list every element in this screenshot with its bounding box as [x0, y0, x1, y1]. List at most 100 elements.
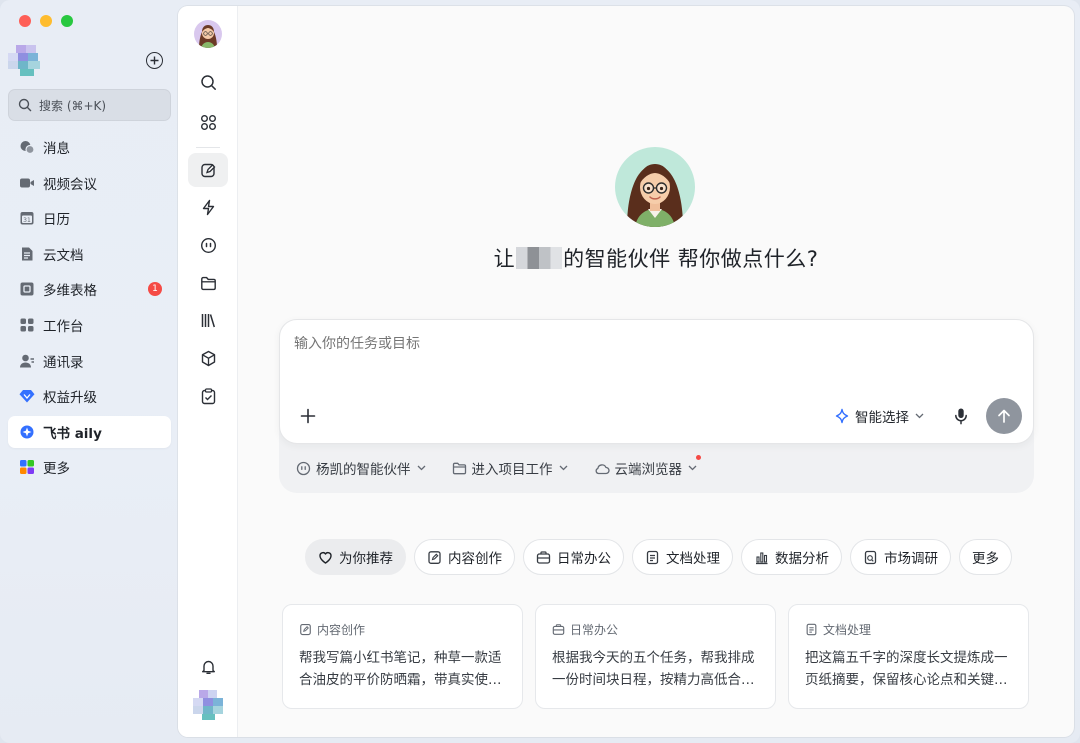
search-label: 搜索 (⌘+K) — [39, 98, 107, 113]
search-box[interactable]: 搜索 (⌘+K) — [8, 89, 171, 121]
contacts-icon — [18, 352, 35, 369]
chip-daily-office[interactable]: 日常办公 — [523, 539, 624, 575]
sidebar-item-cloud-docs[interactable]: 云文档 — [8, 238, 171, 270]
send-button[interactable] — [986, 398, 1022, 434]
composer-sub-options: 杨凯的智能伙伴 进入项目工作 云端浏览器 — [296, 455, 723, 480]
sidebar-item-messages[interactable]: 消息 — [8, 131, 171, 163]
project-select-dropdown[interactable]: 进入项目工作 — [452, 458, 568, 478]
sidebar-item-label: 多维表格 — [43, 283, 97, 300]
document-icon — [806, 623, 817, 636]
aily-home: 让 的智能伙伴 帮你做点什么? 智能选择 — [238, 6, 1074, 737]
sidebar-item-workplace[interactable]: 工作台 — [8, 309, 171, 341]
smart-select-dropdown[interactable]: 智能选择 — [834, 404, 929, 428]
sidebar-item-label: 工作台 — [43, 318, 84, 335]
svg-text:31: 31 — [23, 217, 31, 224]
chevron-down-icon — [688, 465, 697, 471]
rail-new-chat-button[interactable] — [188, 153, 228, 187]
card-category: 日常办公 — [552, 621, 759, 638]
more-apps-icon — [18, 459, 35, 476]
new-chat-icon — [200, 163, 215, 177]
library-icon — [201, 313, 215, 327]
sidebar: 搜索 (⌘+K) 消息 视频会议 31 日历 云文档 多维表格 1 工作台 通讯… — [0, 0, 178, 743]
rail-library-button[interactable] — [188, 303, 228, 337]
hero-title: 让 的智能伙伴 帮你做点什么? — [238, 243, 1074, 273]
task-composer: 智能选择 — [279, 319, 1034, 444]
main-panel: 让 的智能伙伴 帮你做点什么? 智能选择 — [178, 6, 1074, 737]
chip-recommended[interactable]: 为你推荐 — [305, 539, 406, 575]
chip-more[interactable]: 更多 — [959, 539, 1012, 575]
rail-lightning-button[interactable] — [188, 190, 228, 224]
base-table-icon — [18, 281, 35, 298]
search-icon — [18, 98, 32, 112]
sidebar-item-label: 飞书 aily — [43, 425, 102, 442]
chip-label: 数据分析 — [775, 551, 829, 567]
rail-agent-button[interactable] — [188, 228, 228, 262]
calendar-icon: 31 — [18, 210, 35, 227]
sidebar-item-video-meeting[interactable]: 视频会议 — [8, 167, 171, 199]
workspace-avatar[interactable] — [8, 45, 45, 76]
sidebar-nav: 消息 视频会议 31 日历 云文档 多维表格 1 工作台 通讯录 权益升级 飞书… — [8, 131, 171, 487]
chevron-down-icon — [915, 413, 924, 419]
folder-icon — [452, 462, 466, 474]
chip-market-research[interactable]: 市场调研 — [850, 539, 951, 575]
document-icon — [646, 550, 659, 564]
aily-rail — [178, 6, 238, 737]
research-icon — [864, 550, 877, 564]
app-window: 搜索 (⌘+K) 消息 视频会议 31 日历 云文档 多维表格 1 工作台 通讯… — [0, 0, 1080, 743]
rail-cube-button[interactable] — [188, 341, 228, 375]
chip-data-analysis[interactable]: 数据分析 — [741, 539, 842, 575]
attach-button[interactable] — [298, 406, 318, 426]
card-prompt-text: 帮我写篇小红书笔记，种草一款适合油皮的平价防晒霜，带真实使用感受 — [299, 650, 502, 688]
cube-icon — [201, 350, 215, 366]
agent-select-dropdown[interactable]: 杨凯的智能伙伴 — [296, 458, 426, 478]
smart-select-label: 智能选择 — [855, 410, 909, 426]
agent-face-icon — [200, 237, 216, 253]
sidebar-item-base[interactable]: 多维表格 1 — [8, 273, 171, 305]
task-input[interactable] — [294, 336, 694, 352]
rail-search-button[interactable] — [188, 65, 228, 99]
hero-title-prefix: 让 — [493, 247, 516, 271]
sidebar-item-label: 消息 — [43, 141, 70, 157]
rail-apps-button[interactable] — [188, 105, 228, 139]
plus-icon — [300, 408, 316, 424]
redacted-name — [516, 247, 563, 269]
chat-bubbles-icon — [18, 139, 35, 156]
rail-notifications-button[interactable] — [188, 649, 228, 683]
edit-doc-icon — [428, 550, 441, 564]
sidebar-item-label: 权益升级 — [43, 390, 97, 407]
sidebar-item-calendar[interactable]: 31 日历 — [8, 202, 171, 234]
category-chips: 为你推荐 内容创作 日常办公 文档处理 数据分析 市场调研 更多 — [305, 539, 1012, 575]
sidebar-item-upgrade[interactable]: 权益升级 — [8, 380, 171, 412]
card-category: 文档处理 — [805, 621, 1012, 638]
chip-label: 市场调研 — [884, 551, 938, 567]
sidebar-item-aily[interactable]: 飞书 aily — [8, 415, 171, 448]
suggestion-card[interactable]: 文档处理 把这篇五千字的深度长文提炼成一页纸摘要，保留核心论点和关键数据 — [788, 604, 1029, 709]
cloud-browser-dropdown[interactable]: 云端浏览器 — [594, 455, 701, 478]
arrow-up-icon — [998, 409, 1010, 423]
sidebar-item-label: 日历 — [43, 212, 70, 229]
agent-face-icon — [296, 461, 311, 475]
user-avatar[interactable] — [194, 20, 222, 48]
agent-avatar — [615, 147, 695, 227]
rail-folder-button[interactable] — [188, 266, 228, 300]
sidebar-item-more[interactable]: 更多 — [8, 451, 171, 483]
folder-icon — [200, 276, 216, 290]
voice-input-button[interactable] — [951, 406, 971, 426]
suggestion-card[interactable]: 日常办公 根据我今天的五个任务，帮我排成一份时间块日程，按精力高低合理安排 — [535, 604, 776, 709]
apps-icon — [200, 114, 216, 130]
sidebar-item-label: 云文档 — [43, 247, 84, 264]
sidebar-item-contacts[interactable]: 通讯录 — [8, 345, 171, 377]
edit-doc-icon — [300, 623, 311, 636]
sidebar-item-label: 视频会议 — [43, 176, 97, 193]
chip-label: 为你推荐 — [339, 551, 393, 567]
add-button[interactable] — [146, 52, 163, 69]
clipboard-check-icon — [201, 387, 215, 404]
suggestion-card[interactable]: 内容创作 帮我写篇小红书笔记，种草一款适合油皮的平价防晒霜，带真实使用感受 — [282, 604, 523, 709]
chip-label: 文档处理 — [666, 551, 720, 567]
lightning-icon — [202, 199, 214, 215]
workspace-avatar[interactable] — [193, 690, 223, 720]
diamond-icon — [18, 388, 35, 405]
rail-tasks-button[interactable] — [188, 379, 228, 413]
chip-content-creation[interactable]: 内容创作 — [414, 539, 515, 575]
chip-doc-processing[interactable]: 文档处理 — [632, 539, 733, 575]
